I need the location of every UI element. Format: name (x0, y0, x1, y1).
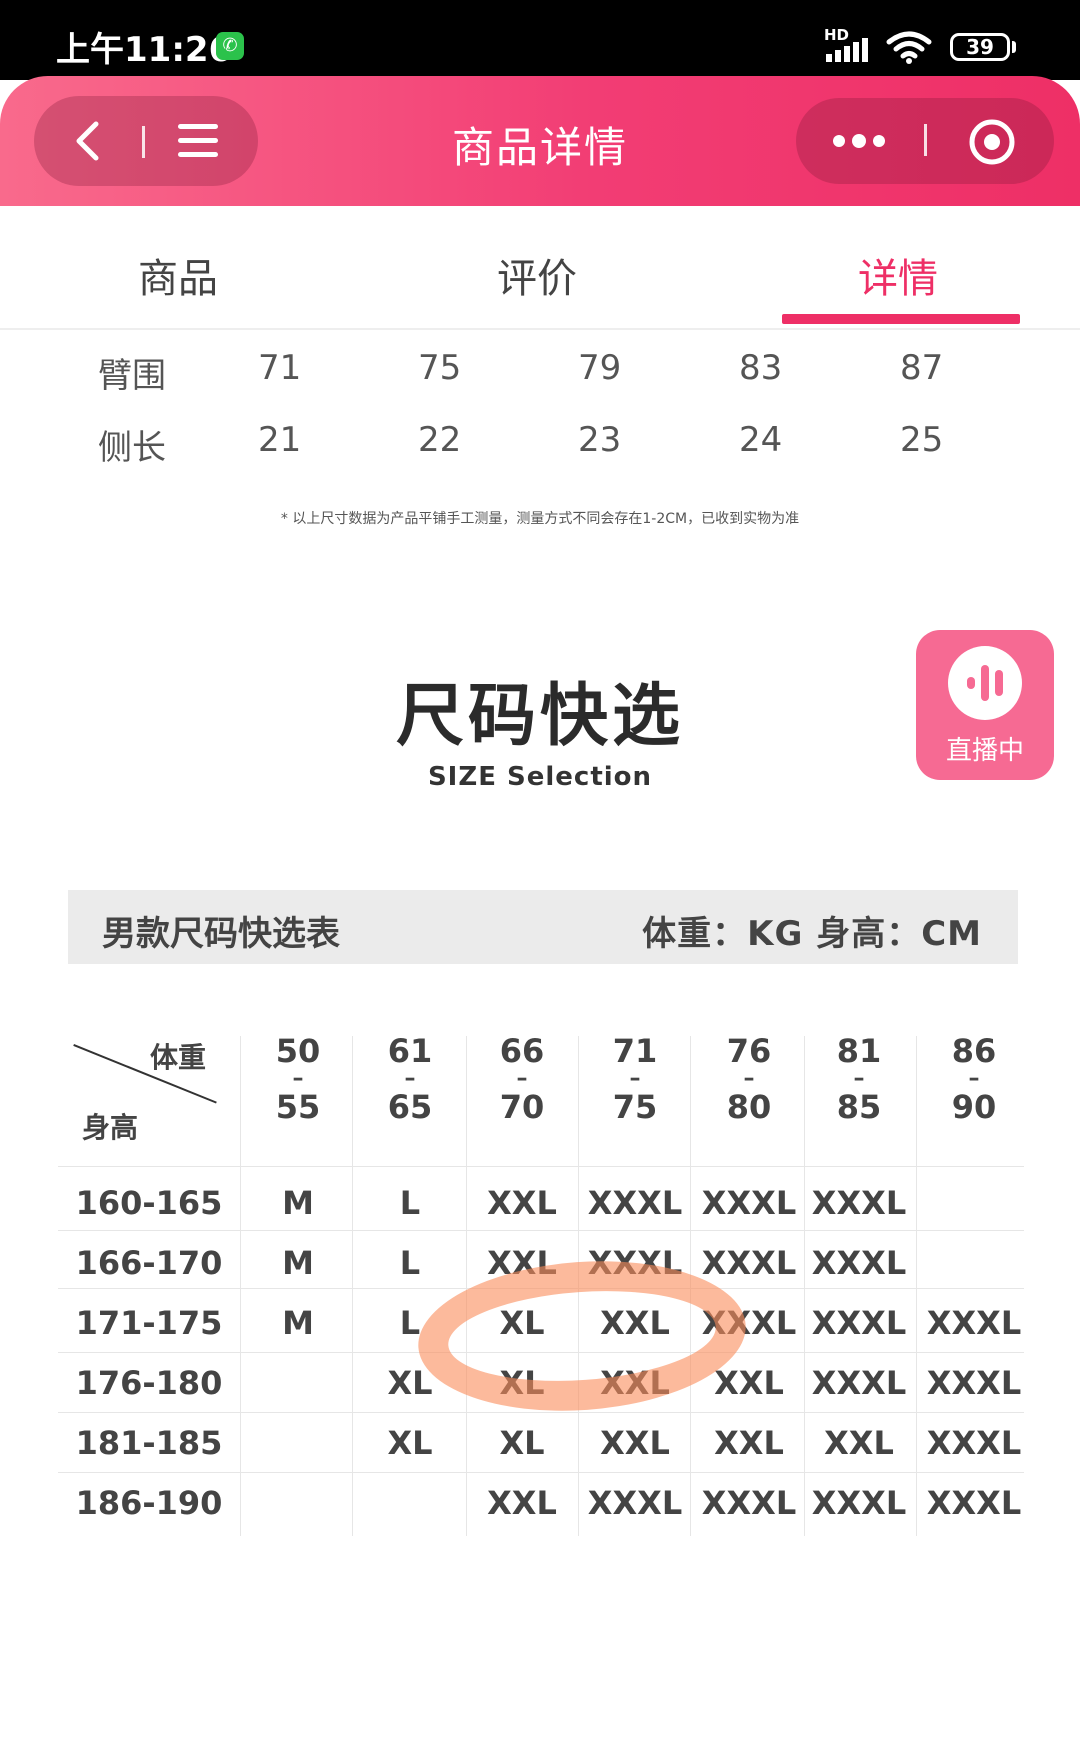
size-cell: XXL (487, 1484, 557, 1522)
close-mini-program-icon[interactable] (968, 118, 1016, 166)
size-cell: XXXL (701, 1484, 797, 1522)
weight-range-header: 61–65 (387, 1032, 433, 1126)
measure-row-label: 侧长 (98, 428, 166, 468)
size-cell: XXXL (701, 1244, 797, 1282)
size-cell: M (282, 1184, 314, 1222)
size-cell: XXXL (701, 1184, 797, 1222)
more-options-icon[interactable] (832, 132, 886, 150)
size-table-title: 男款尺码快选表 (102, 914, 340, 954)
weight-range-header: 76–80 (726, 1032, 772, 1126)
nav-capsule-right (796, 98, 1054, 184)
measure-value: 24 (739, 420, 783, 460)
size-cell: XXL (487, 1184, 557, 1222)
corner-height-label: 身高 (82, 1111, 139, 1144)
weight-range-header: 71–75 (612, 1032, 658, 1126)
measure-row: 臂围 71 75 79 83 87 (0, 340, 1080, 400)
measure-row-label: 臂围 (98, 356, 166, 396)
size-cell: XXL (714, 1424, 784, 1462)
table-row: 160-165 M L XXL XXXL XXXL XXXL (58, 1178, 1024, 1228)
size-cell: XXXL (587, 1484, 683, 1522)
size-cell: XXXL (811, 1364, 907, 1402)
size-cell: L (399, 1184, 421, 1222)
measure-value: 71 (258, 348, 302, 388)
size-table-header: 男款尺码快选表 体重：KG 身高：CM (68, 890, 1018, 964)
size-cell: XXXL (811, 1484, 907, 1522)
tab-reviews[interactable]: 评价 (497, 246, 577, 304)
weight-range-header: 50–55 (275, 1032, 321, 1126)
table-row: 186-190 XXL XXXL XXXL XXXL XXXL (58, 1478, 1024, 1528)
measure-value: 23 (578, 420, 622, 460)
battery-tip (1012, 41, 1016, 53)
table-divider (58, 1230, 1024, 1231)
corner-weight-label: 体重 (150, 1041, 207, 1074)
size-cell: XXXL (926, 1424, 1022, 1462)
size-cell: XXL (824, 1424, 894, 1462)
table-divider (58, 1412, 1024, 1413)
live-label: 直播中 (945, 736, 1024, 766)
height-range-cell: 186-190 (75, 1484, 223, 1522)
height-range-cell: 176-180 (75, 1364, 223, 1402)
size-cell: XXL (600, 1424, 670, 1462)
size-cell: M (282, 1244, 314, 1282)
status-time: 上午11:26 (56, 30, 233, 70)
size-cell: M (282, 1304, 314, 1342)
battery-indicator: 39 (950, 33, 1010, 61)
status-bar: 上午11:26 ✆ HD 39 (0, 0, 1080, 80)
size-table-units: 体重：KG 身高：CM (642, 914, 982, 954)
size-cell: XL (499, 1424, 545, 1462)
size-cell: XL (387, 1424, 433, 1462)
table-row: 181-185 XL XL XXL XXL XXL XXXL (58, 1418, 1024, 1468)
tab-details[interactable]: 详情 (858, 246, 938, 304)
nav-header: 商品详情 (0, 76, 1080, 206)
measure-value: 25 (900, 420, 944, 460)
table-divider (58, 1166, 1024, 1167)
size-cell: XXXL (811, 1304, 907, 1342)
measure-value: 22 (418, 420, 462, 460)
size-cell: XXXL (926, 1484, 1022, 1522)
size-cell: XXXL (926, 1364, 1022, 1402)
measure-value: 79 (578, 348, 622, 388)
live-sound-wave-icon (948, 646, 1022, 720)
size-cell: XXXL (811, 1184, 907, 1222)
tab-product[interactable]: 商品 (138, 246, 218, 304)
size-cell: L (399, 1244, 421, 1282)
measure-value: 21 (258, 420, 302, 460)
measurement-note: * 以上尺寸数据为产品平铺手工测量，测量方式不同会存在1-2CM，已收到实物为准 (280, 511, 800, 527)
size-cell: XXXL (587, 1184, 683, 1222)
height-range-cell: 166-170 (75, 1244, 223, 1282)
size-cell: XXXL (926, 1304, 1022, 1342)
active-tab-indicator (782, 314, 1020, 324)
measure-value: 83 (739, 348, 783, 388)
capsule-divider (924, 124, 927, 156)
measure-value: 75 (418, 348, 462, 388)
weight-range-header: 86–90 (951, 1032, 997, 1126)
weight-range-header: 81–85 (836, 1032, 882, 1126)
phone-call-icon: ✆ (216, 32, 244, 60)
measure-row: 侧长 21 22 23 24 25 (0, 412, 1080, 472)
measure-value: 87 (900, 348, 944, 388)
tab-bar: 商品 评价 详情 (0, 206, 1080, 330)
height-range-cell: 171-175 (75, 1304, 223, 1342)
live-streaming-button[interactable]: 直播中 (916, 630, 1054, 780)
size-cell: XXXL (811, 1244, 907, 1282)
wifi-icon (886, 31, 932, 64)
table-divider (58, 1472, 1024, 1473)
weight-range-header: 66–70 (499, 1032, 545, 1126)
height-range-cell: 160-165 (75, 1184, 223, 1222)
height-range-cell: 181-185 (75, 1424, 223, 1462)
signal-icon (826, 38, 868, 62)
